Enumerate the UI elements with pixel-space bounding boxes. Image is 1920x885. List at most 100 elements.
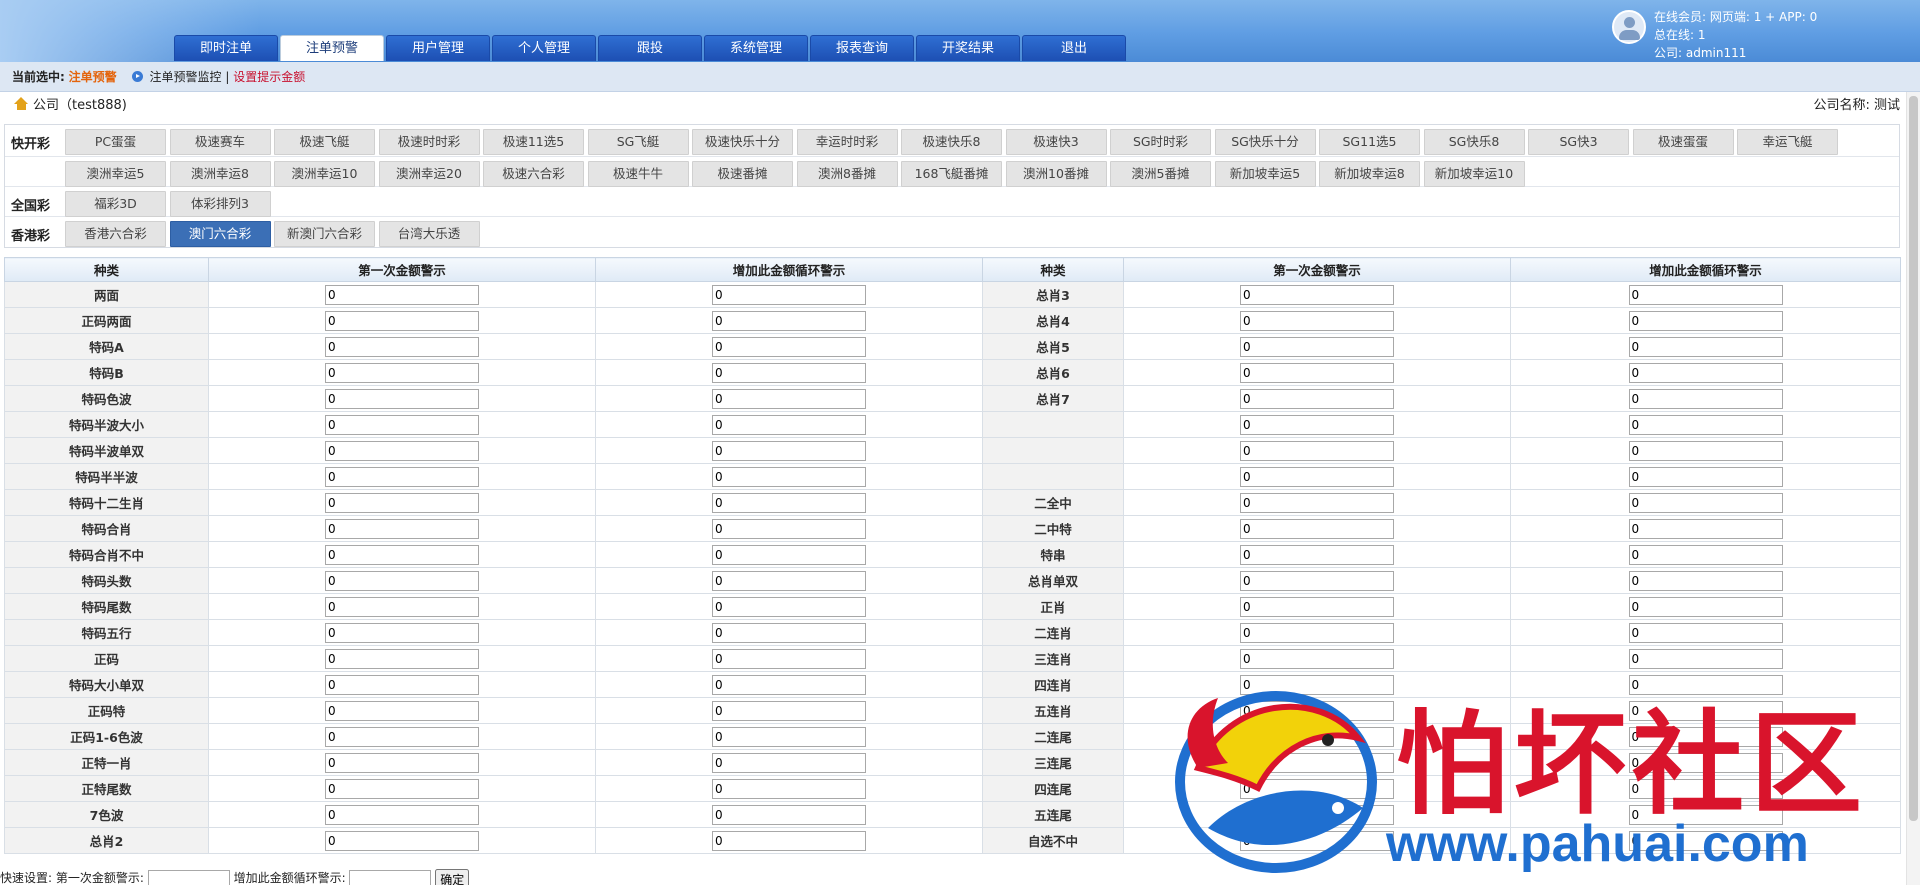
lottery-pill[interactable]: 极速11选5 [483, 129, 584, 155]
increment-alert-input[interactable] [1628, 440, 1783, 461]
increment-alert-input[interactable] [712, 310, 866, 331]
lottery-pill[interactable]: PC蛋蛋 [65, 129, 166, 155]
first-alert-input[interactable] [325, 700, 479, 721]
increment-alert-input[interactable] [712, 388, 866, 409]
first-alert-input[interactable] [325, 518, 479, 539]
nav-tab[interactable]: 退出 [1022, 35, 1126, 61]
first-alert-input[interactable] [325, 752, 479, 773]
first-alert-input[interactable] [1240, 544, 1394, 565]
increment-alert-input[interactable] [1628, 648, 1783, 669]
first-alert-input[interactable] [1240, 310, 1394, 331]
set-alert-amount-link[interactable]: 设置提示金额 [233, 70, 305, 84]
first-alert-input[interactable] [325, 778, 479, 799]
first-alert-input[interactable] [1240, 336, 1394, 357]
increment-alert-input[interactable] [712, 518, 866, 539]
lottery-pill[interactable]: SG时时彩 [1110, 129, 1211, 155]
first-alert-input[interactable] [325, 648, 479, 669]
nav-tab[interactable]: 用户管理 [386, 35, 490, 61]
lottery-pill[interactable]: 澳洲5番摊 [1110, 161, 1211, 187]
first-alert-input[interactable] [1240, 596, 1394, 617]
scrollbar[interactable] [1906, 92, 1920, 885]
increment-alert-input[interactable] [712, 674, 866, 695]
increment-alert-input[interactable] [712, 596, 866, 617]
lottery-pill[interactable]: 新加坡幸运8 [1319, 161, 1420, 187]
first-alert-input[interactable] [325, 466, 479, 487]
lottery-pill[interactable]: 香港六合彩 [65, 221, 166, 247]
nav-tab[interactable]: 跟投 [598, 35, 702, 61]
first-alert-input[interactable] [1240, 388, 1394, 409]
increment-alert-input[interactable] [712, 778, 866, 799]
nav-tab[interactable]: 开奖结果 [916, 35, 1020, 61]
lottery-pill[interactable]: SG快3 [1528, 129, 1629, 155]
increment-alert-input[interactable] [1628, 596, 1783, 617]
lottery-pill[interactable]: 福彩3D [65, 191, 166, 217]
breadcrumb-item[interactable]: 注单预警监控 [149, 70, 221, 84]
increment-alert-input[interactable] [712, 336, 866, 357]
lottery-pill[interactable]: 168飞艇番摊 [901, 161, 1002, 187]
increment-alert-input[interactable] [712, 440, 866, 461]
first-alert-input[interactable] [325, 804, 479, 825]
lottery-pill[interactable]: 新加坡幸运5 [1214, 161, 1316, 187]
first-alert-input[interactable] [1240, 622, 1394, 643]
increment-alert-input[interactable] [1628, 388, 1783, 409]
lottery-pill[interactable]: 新加坡幸运10 [1423, 161, 1525, 187]
lottery-pill[interactable]: 极速赛车 [169, 129, 271, 155]
increment-alert-input[interactable] [712, 830, 866, 851]
increment-alert-input[interactable] [712, 752, 866, 773]
lottery-pill[interactable]: 极速六合彩 [483, 161, 584, 187]
first-alert-input[interactable] [1240, 362, 1394, 383]
first-alert-input[interactable] [1240, 284, 1394, 305]
first-alert-input[interactable] [325, 622, 479, 643]
lottery-pill[interactable]: 极速蛋蛋 [1632, 129, 1734, 155]
increment-alert-input[interactable] [1628, 492, 1783, 513]
increment-alert-input[interactable] [1628, 466, 1783, 487]
increment-alert-input[interactable] [712, 804, 866, 825]
lottery-pill[interactable]: SG快乐十分 [1214, 129, 1316, 155]
increment-alert-input[interactable] [712, 726, 866, 747]
first-alert-input[interactable] [325, 284, 479, 305]
lottery-pill[interactable]: SG11选5 [1319, 129, 1420, 155]
scrollbar-thumb[interactable] [1909, 96, 1918, 821]
confirm-button[interactable]: 确定 [435, 868, 470, 885]
quick-first-alert-input[interactable] [147, 869, 230, 885]
increment-alert-input[interactable] [1628, 310, 1783, 331]
increment-alert-input[interactable] [712, 414, 866, 435]
first-alert-input[interactable] [325, 414, 479, 435]
lottery-pill[interactable]: 澳洲10番摊 [1005, 161, 1107, 187]
lottery-pill[interactable]: 澳洲8番摊 [796, 161, 898, 187]
quick-increment-alert-input[interactable] [349, 869, 432, 885]
increment-alert-input[interactable] [712, 570, 866, 591]
lottery-pill[interactable]: 台湾大乐透 [378, 221, 480, 247]
lottery-pill[interactable]: 澳洲幸运10 [274, 161, 375, 187]
first-alert-input[interactable] [325, 570, 479, 591]
lottery-pill[interactable]: 极速飞艇 [274, 129, 375, 155]
lottery-pill[interactable]: 澳洲幸运8 [169, 161, 271, 187]
lottery-pill[interactable]: 幸运飞艇 [1737, 129, 1838, 155]
nav-tab[interactable]: 个人管理 [492, 35, 596, 61]
first-alert-input[interactable] [325, 726, 479, 747]
first-alert-input[interactable] [1240, 440, 1394, 461]
increment-alert-input[interactable] [1628, 284, 1783, 305]
increment-alert-input[interactable] [1628, 544, 1783, 565]
increment-alert-input[interactable] [712, 622, 866, 643]
first-alert-input[interactable] [1240, 518, 1394, 539]
first-alert-input[interactable] [1240, 492, 1394, 513]
lottery-pill[interactable]: 澳门六合彩 [169, 221, 271, 247]
lottery-pill[interactable]: 极速时时彩 [378, 129, 480, 155]
first-alert-input[interactable] [325, 310, 479, 331]
increment-alert-input[interactable] [1628, 362, 1783, 383]
lottery-pill[interactable]: 体彩排列3 [169, 191, 271, 217]
nav-tab[interactable]: 报表查询 [810, 35, 914, 61]
increment-alert-input[interactable] [712, 700, 866, 721]
lottery-pill[interactable]: 极速快乐8 [901, 129, 1002, 155]
increment-alert-input[interactable] [712, 544, 866, 565]
increment-alert-input[interactable] [1628, 336, 1783, 357]
first-alert-input[interactable] [325, 596, 479, 617]
increment-alert-input[interactable] [712, 362, 866, 383]
lottery-pill[interactable]: 新澳门六合彩 [274, 221, 375, 247]
first-alert-input[interactable] [325, 674, 479, 695]
lottery-pill[interactable]: 澳洲幸运20 [378, 161, 480, 187]
increment-alert-input[interactable] [712, 284, 866, 305]
lottery-pill[interactable]: 澳洲幸运5 [65, 161, 166, 187]
increment-alert-input[interactable] [1628, 518, 1783, 539]
